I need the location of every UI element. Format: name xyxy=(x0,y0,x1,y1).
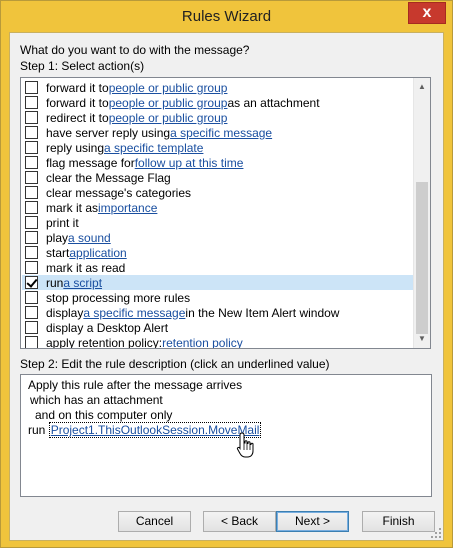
action-row[interactable]: print it xyxy=(22,215,414,230)
action-row[interactable]: apply retention policy: retention policy xyxy=(22,335,414,349)
action-row[interactable]: clear message's categories xyxy=(22,185,414,200)
action-link[interactable]: importance xyxy=(98,201,157,215)
action-link[interactable]: people or public group xyxy=(109,111,228,125)
action-row[interactable]: start application xyxy=(22,245,414,260)
action-row[interactable]: reply using a specific template xyxy=(22,140,414,155)
action-link[interactable]: a script xyxy=(63,276,102,290)
action-link[interactable]: a specific template xyxy=(104,141,203,155)
action-row[interactable]: display a Desktop Alert xyxy=(22,320,414,335)
next-button[interactable]: Next > xyxy=(276,511,349,532)
rule-description-box: Apply this rule after the message arrive… xyxy=(20,374,432,497)
description-line: and on this computer only xyxy=(35,408,173,422)
run-label: run xyxy=(28,423,49,437)
back-button[interactable]: < Back xyxy=(203,511,276,532)
action-text: have server reply using xyxy=(46,125,171,140)
resize-grip-icon[interactable] xyxy=(431,528,441,538)
checkbox[interactable] xyxy=(25,336,38,348)
action-row[interactable]: redirect it to people or public group xyxy=(22,110,414,125)
action-link[interactable]: a specific message xyxy=(170,126,272,140)
checkbox[interactable] xyxy=(25,111,38,124)
checkbox[interactable] xyxy=(25,261,38,274)
action-text: play xyxy=(46,230,69,245)
action-link[interactable]: a specific message xyxy=(83,306,185,320)
action-text: mark it as read xyxy=(46,260,126,275)
actions-list[interactable]: apply retention policy: retention policy… xyxy=(20,77,431,349)
action-text: clear message's categories xyxy=(46,185,192,200)
close-icon: x xyxy=(422,4,432,21)
checkbox[interactable] xyxy=(25,231,38,244)
action-row[interactable]: stop processing more rules xyxy=(22,290,414,305)
rules-wizard-window: Rules Wizard x What do you want to do wi… xyxy=(0,0,453,548)
checkbox[interactable] xyxy=(25,81,38,94)
action-text: in the New Item Alert window xyxy=(185,305,340,320)
action-text: stop processing more rules xyxy=(46,290,191,305)
action-text: as an attachment xyxy=(227,95,320,110)
action-link[interactable]: retention policy xyxy=(162,336,243,349)
description-line: Apply this rule after the message arrive… xyxy=(28,378,243,392)
checkbox-checked[interactable] xyxy=(25,276,38,289)
step1-label: Step 1: Select action(s) xyxy=(20,59,145,73)
finish-button[interactable]: Finish xyxy=(362,511,435,532)
checkbox[interactable] xyxy=(25,171,38,184)
checkbox[interactable] xyxy=(25,156,38,169)
actions-scrollbar[interactable]: ▲ ▼ xyxy=(413,78,430,348)
action-text: reply using xyxy=(46,140,105,155)
action-text: flag message for xyxy=(46,155,135,170)
action-link[interactable]: a sound xyxy=(68,231,111,245)
checkbox[interactable] xyxy=(25,126,38,139)
action-link[interactable]: people or public group xyxy=(109,81,228,95)
scrollbar-thumb[interactable] xyxy=(416,182,428,334)
action-text: print it xyxy=(46,215,79,230)
title-bar[interactable]: Rules Wizard x xyxy=(1,1,452,31)
action-text: forward it to xyxy=(46,95,109,110)
checkbox[interactable] xyxy=(25,186,38,199)
checkbox[interactable] xyxy=(25,96,38,109)
checkbox[interactable] xyxy=(25,291,38,304)
action-row[interactable]: flag message for follow up at this time xyxy=(22,155,414,170)
hand-pointer-icon xyxy=(236,432,254,458)
action-row[interactable]: clear the Message Flag xyxy=(22,170,414,185)
close-button[interactable]: x xyxy=(408,2,446,24)
action-text: display a Desktop Alert xyxy=(46,320,169,335)
action-row[interactable]: mark it as read xyxy=(22,260,414,275)
question-label: What do you want to do with the message? xyxy=(20,43,250,57)
checkbox[interactable] xyxy=(25,321,38,334)
chevron-down-icon[interactable]: ▼ xyxy=(414,331,430,347)
checkbox[interactable] xyxy=(25,246,38,259)
action-text: start xyxy=(46,245,70,260)
action-text: redirect it to xyxy=(46,110,109,125)
action-row[interactable]: mark it as importance xyxy=(22,200,414,215)
action-text: forward it to xyxy=(46,80,109,95)
script-link[interactable]: Project1.ThisOutlookSession.MoveMail xyxy=(48,422,262,438)
description-line: which has an attachment xyxy=(30,393,163,407)
checkbox[interactable] xyxy=(25,201,38,214)
action-row[interactable]: play a sound xyxy=(22,230,414,245)
action-text: clear the Message Flag xyxy=(46,170,171,185)
window-title: Rules Wizard xyxy=(181,8,272,25)
action-row[interactable]: display a specific message in the New It… xyxy=(22,305,414,320)
checkbox[interactable] xyxy=(25,141,38,154)
dialog-body: What do you want to do with the message?… xyxy=(9,32,444,541)
chevron-up-icon[interactable]: ▲ xyxy=(414,79,430,95)
description-line-script: run Project1.ThisOutlookSession.MoveMail xyxy=(28,422,262,438)
action-text: display xyxy=(46,305,84,320)
action-row[interactable]: have server reply using a specific messa… xyxy=(22,125,414,140)
step2-label: Step 2: Edit the rule description (click… xyxy=(20,357,330,371)
action-row[interactable]: run a script xyxy=(22,275,414,290)
action-text: run xyxy=(46,275,64,290)
action-row[interactable]: forward it to people or public group as … xyxy=(22,95,414,110)
cancel-button[interactable]: Cancel xyxy=(118,511,191,532)
action-link[interactable]: people or public group xyxy=(109,96,228,110)
action-text: apply retention policy: xyxy=(46,335,163,349)
action-text: mark it as xyxy=(46,200,99,215)
checkbox[interactable] xyxy=(25,306,38,319)
action-link[interactable]: follow up at this time xyxy=(135,156,244,170)
action-link[interactable]: application xyxy=(69,246,126,260)
action-row[interactable]: forward it to people or public group xyxy=(22,80,414,95)
checkbox[interactable] xyxy=(25,216,38,229)
